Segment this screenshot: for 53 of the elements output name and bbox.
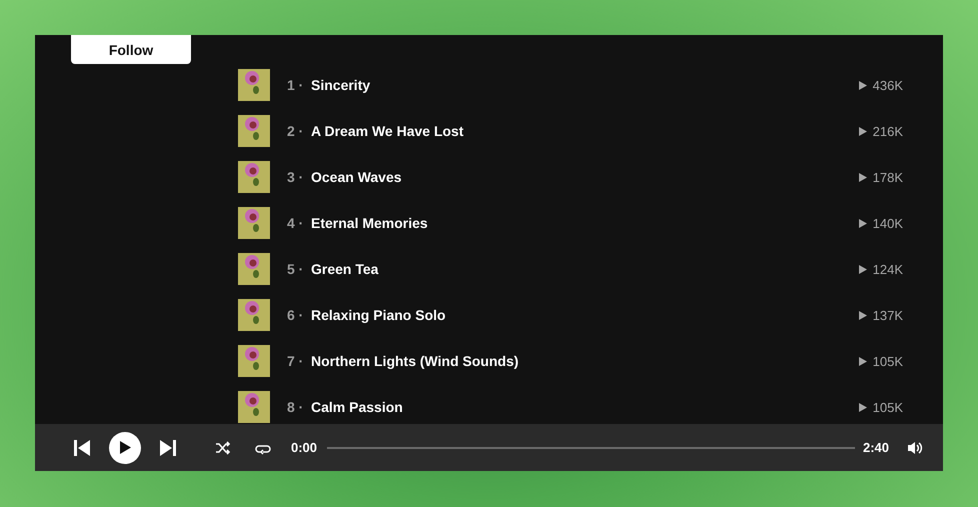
follow-button[interactable]: Follow [71,35,191,64]
play-icon [858,356,867,366]
shuffle-button[interactable] [215,440,231,454]
album-art-thumbnail [238,345,270,377]
next-button[interactable] [159,438,177,456]
duration-time: 2:40 [862,440,889,455]
album-art-thumbnail [238,161,270,193]
play-count: 105K [872,354,903,368]
track-title[interactable]: Calm Passion [311,399,859,415]
track-title[interactable]: Sincerity [311,77,859,93]
play-icon [119,441,131,454]
play-count: 105K [872,400,903,414]
volume-icon [907,440,923,454]
play-icon [858,80,867,90]
play-icon [858,126,867,136]
track-title[interactable]: Relaxing Piano Solo [311,307,859,323]
track-title[interactable]: Northern Lights (Wind Sounds) [311,353,859,369]
track-title[interactable]: A Dream We Have Lost [311,123,859,139]
album-art-thumbnail [238,69,270,101]
track-number: 3 · [287,169,304,185]
track-title[interactable]: Green Tea [311,261,859,277]
play-icon [858,218,867,228]
volume-button[interactable] [907,440,923,454]
shuffle-icon [215,440,231,454]
play-count: 137K [872,308,903,322]
track-title[interactable]: Eternal Memories [311,215,859,231]
track-number: 8 · [287,399,304,415]
play-icon [858,310,867,320]
play-count: 436K [872,78,903,92]
album-art-thumbnail [238,115,270,147]
album-art-thumbnail [238,207,270,239]
elapsed-time: 0:00 [291,440,318,455]
play-icon [858,264,867,274]
album-art-thumbnail [238,299,270,331]
track-title[interactable]: Ocean Waves [311,169,859,185]
track-number: 4 · [287,215,304,231]
track-number: 6 · [287,307,304,323]
album-art-thumbnail [238,253,270,285]
play-count: 140K [872,216,903,230]
track-number: 5 · [287,261,304,277]
album-art-thumbnail [238,391,270,423]
track-number: 1 · [287,77,304,93]
previous-button[interactable] [73,438,91,456]
play-count: 178K [872,170,903,184]
play-icon [858,172,867,182]
skip-forward-icon [159,438,177,456]
track-number: 7 · [287,353,304,369]
play-count: 216K [872,124,903,138]
play-button[interactable] [109,432,141,464]
track-number: 2 · [287,123,304,139]
skip-back-icon [73,438,91,456]
play-icon [858,402,867,412]
play-count: 124K [872,262,903,276]
